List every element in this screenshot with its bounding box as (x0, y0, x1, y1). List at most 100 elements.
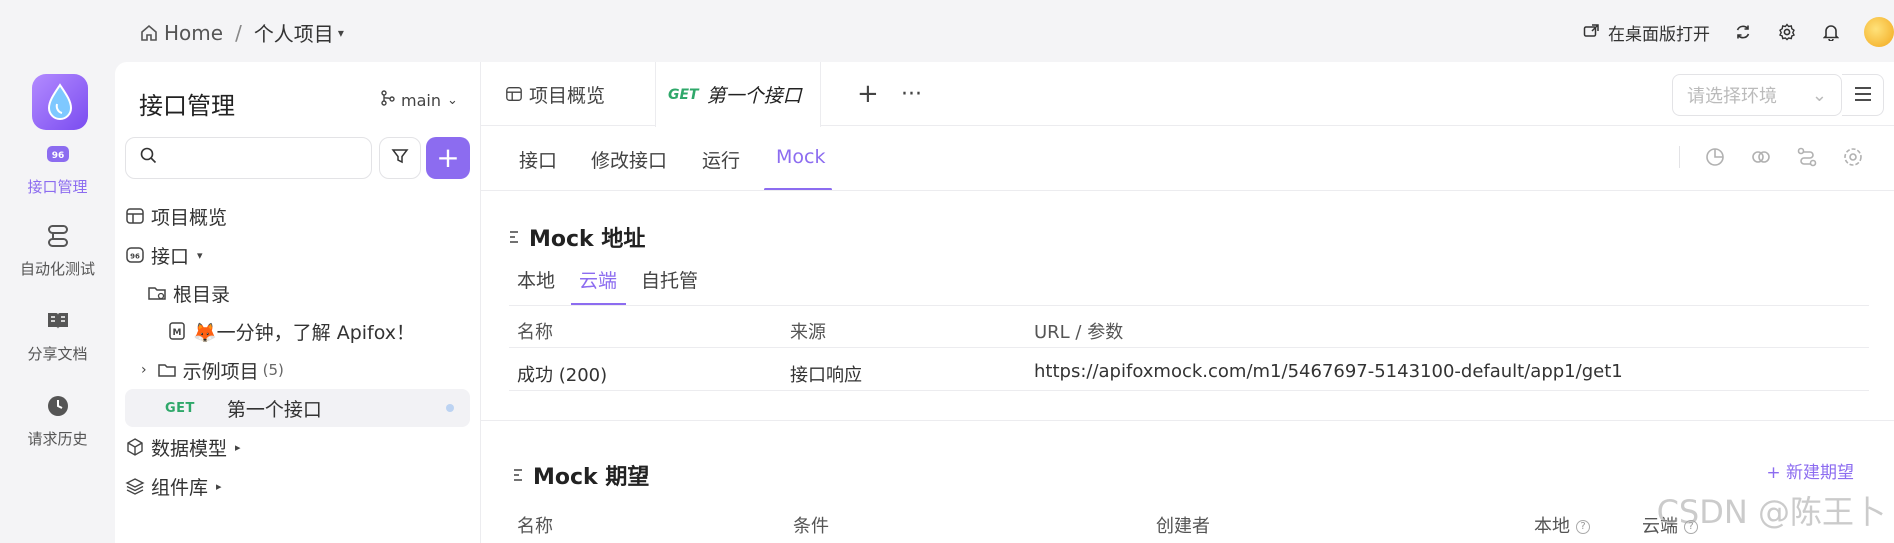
environment-select[interactable]: 请选择环境 ⌄ (1672, 74, 1842, 116)
subtab-mock[interactable]: Mock (776, 146, 825, 168)
mock-tab-local[interactable]: 本地 (517, 266, 555, 293)
mock-row-source: 接口响应 (790, 365, 862, 386)
status-dot (446, 404, 454, 412)
open-desktop-label: 在桌面版打开 (1608, 24, 1710, 45)
method-badge: GET (165, 400, 195, 416)
tree-item-data-model[interactable]: 数据模型 ▸ (125, 428, 470, 466)
copy-icon[interactable] (1750, 146, 1772, 168)
more-tabs-button[interactable]: ··· (901, 62, 922, 126)
rail-item-request-history[interactable]: 请求历史 (0, 392, 115, 449)
divider (509, 347, 1869, 348)
chart-pie-icon[interactable] (1704, 146, 1726, 168)
divider (481, 420, 1894, 421)
caret-right-icon[interactable]: ▸ (216, 480, 222, 493)
open-desktop-button[interactable]: 在桌面版打开 (1580, 20, 1710, 45)
settings-icon[interactable] (1842, 146, 1864, 168)
rail-item-api-management[interactable]: 96 接口管理 (0, 140, 115, 197)
tab-first-api[interactable]: GET 第一个接口 (655, 62, 821, 127)
rail-label: 请求历史 (27, 430, 88, 448)
mock-row-url[interactable]: https://apifoxmock.com/m1/5467697-514310… (1034, 361, 1623, 382)
nav-rail: 96 接口管理 自动化测试 分享文档 请求历史 (0, 62, 115, 543)
svg-text:M: M (173, 328, 182, 338)
tree-label: 组件库 (151, 476, 209, 499)
tree-item-first-api[interactable]: GET 第一个接口 (125, 389, 470, 427)
new-tab-button[interactable]: + (857, 62, 879, 126)
mock-tab-cloud[interactable]: 云端 (579, 266, 617, 293)
avatar[interactable] (1864, 17, 1894, 47)
home-icon[interactable] (140, 24, 158, 42)
environment-placeholder: 请选择环境 (1687, 86, 1777, 107)
tree-label: 数据模型 (151, 437, 228, 460)
filter-button[interactable] (379, 137, 421, 179)
markdown-doc-icon: M (167, 321, 187, 341)
column-header-local-text: 本地 (1534, 516, 1570, 537)
list-icon (509, 225, 519, 250)
plus-icon: + (857, 79, 879, 109)
automation-icon (44, 222, 72, 250)
tree-label: 🦊一分钟，了解 Apifox！ (193, 321, 416, 344)
tree-item-examples[interactable]: › 示例项目 (5) (125, 351, 470, 389)
tab-label: 项目概览 (529, 84, 606, 107)
svg-text:96: 96 (51, 151, 64, 161)
divider (509, 390, 1869, 391)
clock-icon (44, 392, 72, 420)
rail-label: 接口管理 (27, 178, 88, 196)
caret-down-icon[interactable]: ▾ (338, 26, 344, 40)
divider (1679, 146, 1680, 168)
subtab-tools (1679, 146, 1864, 168)
subtab-edit-api[interactable]: 修改接口 (591, 146, 667, 173)
subtab-api[interactable]: 接口 (519, 146, 557, 173)
menu-button[interactable] (1842, 74, 1884, 116)
flow-icon[interactable] (1796, 146, 1818, 168)
plus-icon: + (436, 141, 460, 174)
chevron-down-icon: ⌄ (446, 92, 458, 108)
mock-tab-self-hosted[interactable]: 自托管 (641, 266, 698, 293)
breadcrumb-project[interactable]: 个人项目 (254, 18, 334, 47)
chevron-right-icon[interactable]: › (141, 362, 147, 378)
rail-item-automation-test[interactable]: 自动化测试 (0, 222, 115, 279)
tree-item-overview[interactable]: 项目概览 (125, 197, 470, 235)
mock-address-title: Mock 地址 (509, 221, 645, 253)
caret-down-icon[interactable]: ▾ (197, 249, 203, 262)
apifox-logo-icon[interactable] (32, 74, 88, 130)
sidebar: 接口管理 main ⌄ + 项目概览 96 接口 ▾ 根目录 M 🦊一分钟，了解… (115, 62, 480, 543)
divider (481, 190, 1894, 191)
branch-icon (381, 90, 395, 110)
mock-expect-title: Mock 期望 (513, 459, 649, 491)
column-header-condition: 条件 (793, 516, 829, 537)
more-icon: ··· (901, 81, 922, 107)
search-input[interactable] (165, 149, 355, 167)
tabs-row: 项目概览 GET 第一个接口 + ··· 请选择环境 ⌄ (481, 62, 1894, 127)
tree-item-components[interactable]: 组件库 ▸ (125, 467, 470, 505)
subtab-run[interactable]: 运行 (702, 146, 740, 173)
tree-item-api[interactable]: 96 接口 ▾ (125, 236, 470, 274)
search-box[interactable] (125, 137, 372, 179)
breadcrumb-separator: / (235, 20, 242, 45)
rail-item-share-docs[interactable]: 分享文档 (0, 307, 115, 364)
gear-icon[interactable] (1776, 21, 1798, 43)
rail-label: 分享文档 (27, 345, 88, 363)
column-header-source: 来源 (790, 322, 826, 343)
breadcrumb-home[interactable]: Home (164, 21, 223, 45)
tree-label: 项目概览 (151, 206, 228, 229)
add-button[interactable]: + (426, 137, 470, 179)
tree-item-intro-doc[interactable]: M 🦊一分钟，了解 Apifox！ (125, 312, 470, 350)
external-open-icon (1580, 21, 1602, 43)
tab-overview[interactable]: 项目概览 (505, 62, 605, 126)
caret-right-icon[interactable]: ▸ (235, 441, 241, 454)
branch-selector[interactable]: main ⌄ (381, 90, 458, 110)
help-icon[interactable]: ? (1576, 520, 1590, 534)
tree-label: 示例项目 (182, 360, 259, 383)
column-header-creator: 创建者 (1156, 516, 1210, 537)
tree-item-root[interactable]: 根目录 (125, 274, 470, 312)
section-title-text: Mock 期望 (533, 465, 650, 490)
top-bar: Home / 个人项目 ▾ 在桌面版打开 (0, 0, 1894, 62)
tab-label: 第一个接口 (706, 85, 802, 107)
branch-name: main (401, 90, 441, 110)
filter-icon (391, 147, 409, 170)
new-expectation-button[interactable]: + 新建期望 (1766, 458, 1854, 483)
refresh-icon[interactable] (1732, 21, 1754, 43)
cube-icon (125, 437, 145, 457)
bell-icon[interactable] (1820, 21, 1842, 43)
svg-text:96: 96 (130, 253, 140, 261)
